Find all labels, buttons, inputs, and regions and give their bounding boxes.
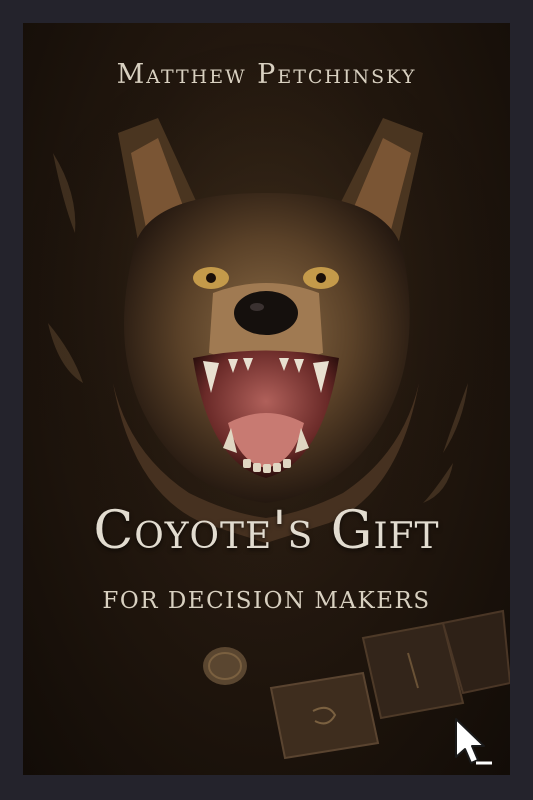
author-name: Matthew Petchinsky [116, 59, 417, 90]
book-cover[interactable]: Matthew Petchinsky Coyote's Gift FOR DEC… [23, 23, 510, 775]
book-subtitle: FOR DECISION MAKERS [102, 588, 431, 614]
cover-frame: Matthew Petchinsky Coyote's Gift FOR DEC… [0, 0, 533, 800]
look-inside-arrow-icon[interactable] [452, 715, 496, 765]
book-title: Coyote's Gift [93, 501, 440, 561]
coin-icon [203, 647, 247, 685]
coyote-illustration [23, 43, 510, 760]
